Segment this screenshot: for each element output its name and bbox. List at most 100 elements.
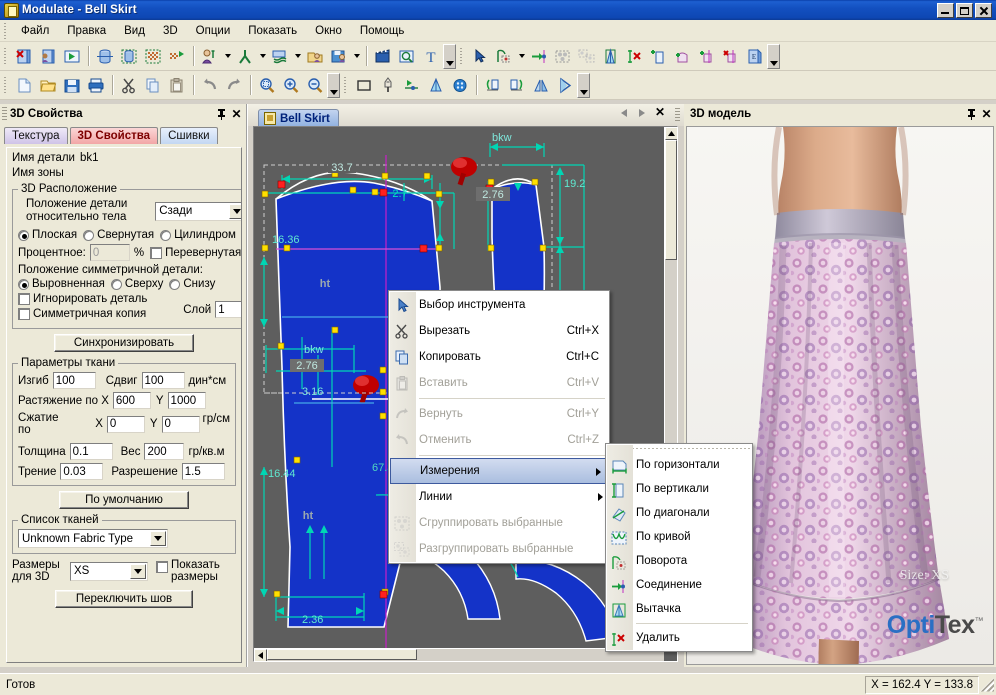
resolution-input[interactable] xyxy=(182,463,225,480)
rotate-dropdown[interactable] xyxy=(516,45,527,68)
menu-help[interactable]: Помощь xyxy=(351,22,413,40)
dart-icon[interactable] xyxy=(424,74,448,97)
flip-piece-icon[interactable] xyxy=(505,74,529,97)
reflect-icon[interactable] xyxy=(553,74,577,97)
movie-icon[interactable] xyxy=(371,45,395,68)
toolbar-grip-3[interactable] xyxy=(3,77,9,93)
percent-input[interactable] xyxy=(90,244,130,261)
menu-show[interactable]: Показать xyxy=(239,22,306,40)
document-tab-bell-skirt[interactable]: Bell Skirt xyxy=(258,109,339,127)
undo-icon[interactable] xyxy=(198,74,222,97)
menu-view[interactable]: Вид xyxy=(115,22,154,40)
tab-stitches[interactable]: Сшивки xyxy=(160,127,218,144)
pen-icon[interactable] xyxy=(376,74,400,97)
tab-3d-properties[interactable]: 3D Свойства xyxy=(70,127,159,144)
close-pattern-icon[interactable] xyxy=(12,45,36,68)
fabric-icon[interactable] xyxy=(268,45,292,68)
play-simulation-icon[interactable] xyxy=(60,45,84,68)
toolbar-grip-2[interactable] xyxy=(459,48,465,64)
radio-above[interactable]: Сверху xyxy=(111,278,163,290)
tab-texture[interactable]: Текстура xyxy=(4,127,68,144)
checkbox-inverted[interactable]: Перевернутая xyxy=(150,247,241,259)
layer-input[interactable] xyxy=(215,301,242,318)
radio-aligned[interactable]: Выровненная xyxy=(18,278,105,290)
ctx-copy[interactable]: Копировать Ctrl+C xyxy=(389,344,609,370)
delete-measure-icon[interactable] xyxy=(623,45,647,68)
pin-icon-right[interactable] xyxy=(964,107,979,122)
avatar-tools-dropdown[interactable] xyxy=(222,45,233,68)
prev-icon[interactable] xyxy=(619,107,630,119)
add-shape-icon[interactable] xyxy=(671,45,695,68)
cut-icon[interactable] xyxy=(117,74,141,97)
point-icon[interactable] xyxy=(400,74,424,97)
position-select[interactable]: Сзади xyxy=(155,202,242,221)
checkbox-mirror-copy[interactable]: Симметричная копия xyxy=(18,308,146,320)
synchronize-button[interactable]: Синхронизировать xyxy=(54,334,194,352)
toolbar-grip[interactable] xyxy=(3,48,9,64)
save-avatar-dropdown[interactable] xyxy=(351,45,362,68)
submenu-curve[interactable]: По кривой xyxy=(606,525,752,549)
submenu-dart[interactable]: Вытачка xyxy=(606,597,752,621)
scroll-thumb-horizontal[interactable] xyxy=(267,649,417,660)
menu-3d[interactable]: 3D xyxy=(154,22,187,40)
submenu-rotation[interactable]: Поворота xyxy=(606,549,752,573)
menu-grip[interactable] xyxy=(3,23,9,39)
menu-edit[interactable]: Правка xyxy=(58,22,115,40)
canvas-scrollbar-horizontal[interactable] xyxy=(254,648,664,661)
radio-rolled[interactable]: Свернутая xyxy=(83,229,154,241)
scroll-thumb-vertical[interactable] xyxy=(665,140,677,260)
shear-input[interactable] xyxy=(142,372,185,389)
zoom-in-icon[interactable] xyxy=(279,74,303,97)
print-icon[interactable] xyxy=(84,74,108,97)
default-button[interactable]: По умолчанию xyxy=(59,491,189,509)
redo-icon[interactable] xyxy=(222,74,246,97)
toolbar-overflow-3[interactable] xyxy=(327,73,340,98)
add-corner-icon[interactable] xyxy=(695,45,719,68)
menu-window[interactable]: Окно xyxy=(306,22,351,40)
add-piece-icon[interactable] xyxy=(647,45,671,68)
cylinder-icon[interactable] xyxy=(93,45,117,68)
next-icon[interactable] xyxy=(637,107,648,119)
radio-flat[interactable]: Плоская xyxy=(18,229,77,241)
radio-below[interactable]: Снизу xyxy=(169,278,215,290)
compress-x-input[interactable] xyxy=(107,416,145,433)
rotate-icon[interactable] xyxy=(492,45,516,68)
menu-file[interactable]: Файл xyxy=(12,22,58,40)
ungroup-icon[interactable] xyxy=(575,45,599,68)
mesh-icon[interactable] xyxy=(141,45,165,68)
stretch-y-input[interactable] xyxy=(168,392,206,409)
compress-y-input[interactable] xyxy=(162,416,200,433)
maximize-button[interactable] xyxy=(956,3,973,18)
zoom-fit-icon[interactable] xyxy=(255,74,279,97)
save-avatar-icon[interactable] xyxy=(327,45,351,68)
ctx-select-tool[interactable]: Выбор инструмента xyxy=(389,292,609,318)
avatar-tools-icon[interactable] xyxy=(198,45,222,68)
menu-options[interactable]: Опции xyxy=(187,22,240,40)
toolbar-overflow-2[interactable] xyxy=(767,44,780,69)
toolbar-overflow-1[interactable] xyxy=(443,44,456,69)
ctx-measurements[interactable]: Измерения xyxy=(390,458,608,484)
dart-tool-icon[interactable] xyxy=(599,45,623,68)
pin-icon[interactable] xyxy=(214,107,229,122)
resize-grip[interactable] xyxy=(980,678,994,692)
thickness-input[interactable] xyxy=(70,443,113,460)
new-icon[interactable] xyxy=(12,74,36,97)
mirror-icon[interactable] xyxy=(529,74,553,97)
rectangle-icon[interactable] xyxy=(352,74,376,97)
posture-icon[interactable] xyxy=(233,45,257,68)
group-icon[interactable] xyxy=(551,45,575,68)
radio-cylinder[interactable]: Цилиндром xyxy=(160,229,236,241)
checkbox-ignore-part[interactable]: Игнорировать деталь xyxy=(18,293,147,305)
submenu-horizontal[interactable]: По горизонтали xyxy=(606,453,752,477)
toggle-seam-button[interactable]: Переключить шов xyxy=(55,590,193,608)
panel-grip[interactable] xyxy=(2,107,7,121)
submenu-vertical[interactable]: По вертикали xyxy=(606,477,752,501)
weight-input[interactable] xyxy=(144,443,184,460)
paste-icon[interactable] xyxy=(165,74,189,97)
save-icon[interactable] xyxy=(60,74,84,97)
fabric-list-select[interactable]: Unknown Fabric Type xyxy=(18,529,168,548)
friction-input[interactable] xyxy=(60,463,103,480)
close-document-icon[interactable]: ✕ xyxy=(655,107,666,119)
toolbar-overflow-4[interactable] xyxy=(577,73,590,98)
join-icon[interactable] xyxy=(527,45,551,68)
